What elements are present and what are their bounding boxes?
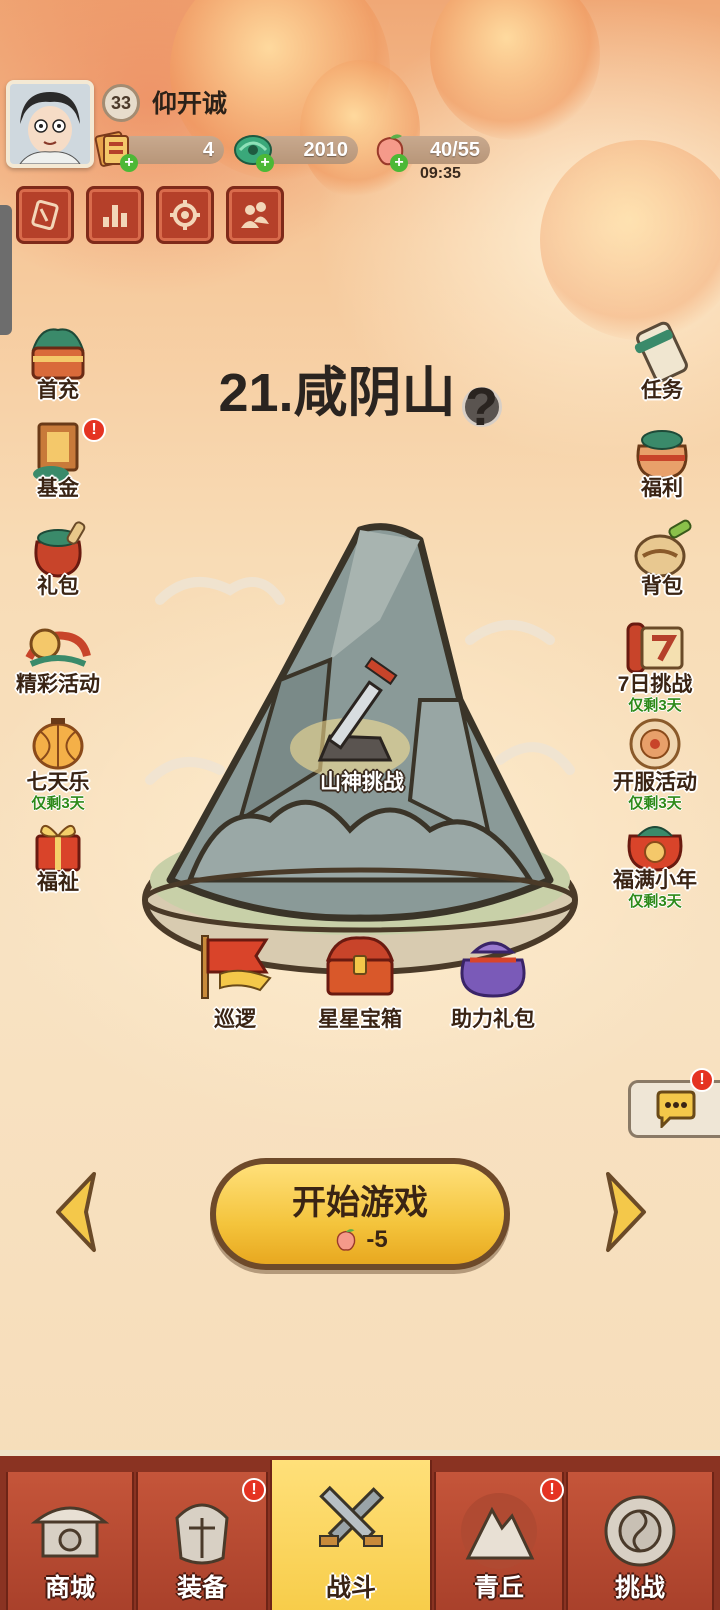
menu-server-events[interactable]: 开服活动 仅剩3天 [592,712,718,822]
menu-label: 基金 [37,477,79,500]
peach-icon [337,1228,356,1251]
menu-label: 礼包 [37,575,79,598]
previous-stage-arrow-icon[interactable] [50,1170,102,1254]
bagua-drum-icon [604,1495,676,1567]
next-stage-arrow-icon[interactable] [600,1170,652,1254]
menu-welfare-gift[interactable]: 福祉 [2,812,114,902]
tab-challenge[interactable]: 挑战 [566,1472,714,1610]
help-pack-label: 助力礼包 [451,1008,535,1031]
stamina-cost-value: -5 [366,1225,388,1253]
menu-fund[interactable]: ! 基金 [2,418,114,508]
menu-label: 背包 [641,575,683,598]
player-avatar[interactable] [6,80,94,168]
tab-shop[interactable]: 商城 [6,1472,134,1610]
stamina-timer: 09:35 [420,165,461,182]
chat-alert-badge: ! [690,1068,714,1092]
help-pack-button[interactable]: 助力礼包 [440,930,546,1031]
star-chest-icon [325,936,395,996]
star-chest-button[interactable]: 星星宝箱 [306,930,414,1031]
patrol-button[interactable]: 巡逻 [190,930,280,1031]
shop-pavilion-icon [30,1506,110,1558]
settings-icon [170,200,200,230]
ranking-button[interactable] [86,186,144,244]
add-jade-button[interactable]: + [256,154,274,172]
fund-alert-badge: ! [82,418,106,442]
stage-title: 21.咸阴山 [218,363,456,423]
ticket-icon [31,199,59,231]
bottom-navigation: 商城 ! 装备 战斗 ! 青丘 挑战 [0,1450,720,1610]
menu-events[interactable]: 精彩活动 [2,614,114,704]
ticket-icon-button[interactable] [16,186,74,244]
tab-label: 挑战 [614,1574,665,1602]
start-game-label: 开始游戏 [292,1183,428,1222]
player-level-badge: 33 [102,84,140,122]
menu-benefits[interactable]: 福利 [606,418,718,508]
tab-label: 装备 [176,1574,227,1602]
mountain-god-challenge-label[interactable]: 山神挑战 [284,766,440,796]
help-icon[interactable]: ? [461,380,502,434]
mountain-peak-icon [461,1493,537,1569]
add-stamina-button[interactable]: + [390,154,408,172]
menu-label: 福祉 [37,871,79,894]
add-tickets-button[interactable]: + [120,154,138,172]
menu-new-year-festival[interactable]: 福满小年 仅剩3天 [592,810,718,920]
tab-label: 青丘 [473,1574,524,1602]
tab-label: 商城 [44,1574,95,1602]
menu-tasks[interactable]: 任务 [606,320,718,410]
menu-remaining-time: 仅剩3天 [31,795,85,812]
qingqiu-alert-badge: ! [540,1478,564,1502]
menu-seven-days[interactable]: 七天乐 仅剩3天 [2,712,114,822]
menu-gift-pack[interactable]: 礼包 [2,516,114,606]
equipment-alert-badge: ! [242,1478,266,1502]
tab-label: 战斗 [325,1574,376,1602]
player-name: 仰开诚 [152,90,228,118]
menu-label: 福利 [641,477,683,500]
tab-battle[interactable]: 战斗 [270,1460,432,1610]
start-game-button[interactable]: 开始游戏 -5 [210,1158,510,1270]
chat-bubble-icon [656,1090,695,1128]
crossed-swords-icon [319,1485,385,1547]
edge-handle[interactable] [0,205,12,335]
armor-helmet-icon [175,1503,229,1565]
menu-label: 精彩活动 [16,673,100,696]
star-chest-label: 星星宝箱 [318,1008,402,1031]
purple-bag-icon [460,941,526,998]
stamina-cost: -5 [332,1225,388,1254]
menu-label: 任务 [641,379,683,402]
menu-seven-day-challenge[interactable]: 7日挑战 仅剩3天 [592,614,718,724]
ranking-icon [103,205,127,227]
tab-qingqiu[interactable]: ! 青丘 [434,1472,564,1610]
patrol-label: 巡逻 [214,1008,256,1031]
menu-remaining-time: 仅剩3天 [628,893,682,910]
friends-icon [241,202,269,228]
menu-label: 首充 [37,379,79,402]
tab-equipment[interactable]: ! 装备 [136,1472,268,1610]
menu-backpack[interactable]: 背包 [606,516,718,606]
banner-flag-icon [201,935,272,999]
settings-button[interactable] [156,186,214,244]
friends-button[interactable] [226,186,284,244]
menu-first-recharge[interactable]: 首充 [2,320,114,410]
